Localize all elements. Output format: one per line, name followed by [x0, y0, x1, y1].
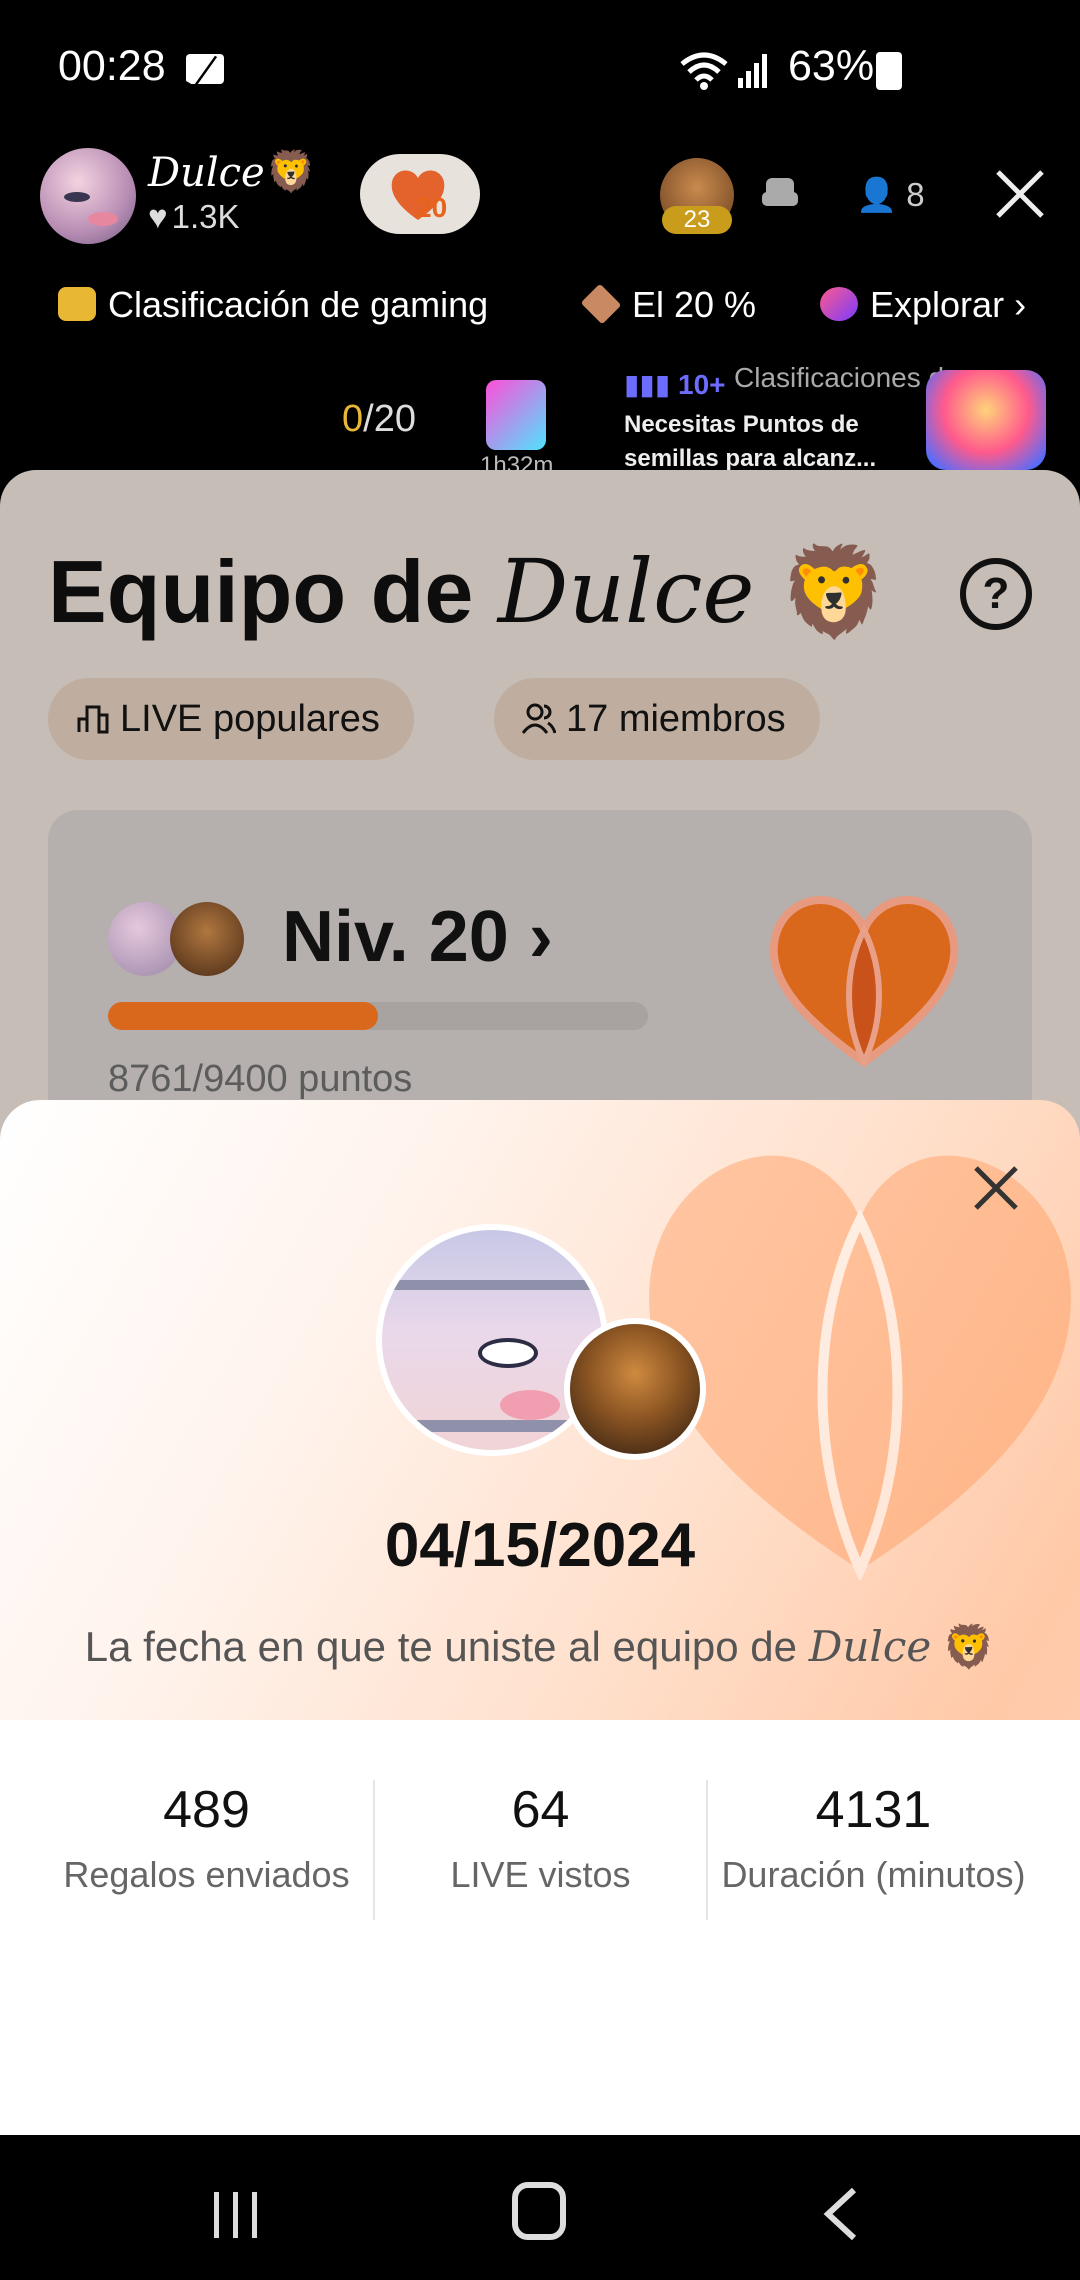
host-name: Dulce — [148, 150, 265, 196]
join-date-caption: La fecha en que te uniste al equipo de D… — [0, 1622, 1080, 1672]
rank-badge[interactable]: ▮▮▮ 10+ — [624, 368, 726, 401]
person-icon: 👤 — [856, 176, 898, 213]
chevron-right-icon: › — [528, 897, 553, 977]
gaming-ranking-link[interactable]: Clasificación de gaming — [58, 284, 488, 334]
mail-icon — [186, 54, 224, 84]
chevron-right-icon: › — [1014, 284, 1027, 325]
team-heart-icon — [769, 896, 959, 1069]
join-date: 04/15/2024 — [384, 1511, 696, 1580]
help-icon[interactable]: ? — [960, 558, 1032, 630]
stat-label: Regalos enviados — [63, 1854, 350, 1895]
gamepad-icon — [58, 287, 96, 321]
host-avatar[interactable] — [40, 148, 136, 244]
join-caption-name: Dulce — [808, 1622, 932, 1671]
level-progress-fill — [108, 1002, 378, 1030]
close-sheet-icon[interactable] — [966, 1158, 1026, 1218]
host-avatar-small — [564, 1318, 706, 1460]
signal-icon — [738, 54, 767, 88]
level-points: 8761/9400 puntos — [108, 1058, 413, 1100]
join-caption-emoji: 🦁 — [942, 1623, 996, 1670]
goal-total: /20 — [363, 398, 416, 440]
members-chip[interactable]: 17 miembros — [494, 678, 820, 760]
home-icon[interactable] — [512, 2182, 566, 2240]
top-viewer-badge: 23 — [662, 206, 732, 234]
goal-counter: 0/20 — [342, 398, 416, 441]
screen: 00:28 63% Dulce 🦁 ♥ 1.3K 20 23 👤 8 Clasi… — [0, 0, 1080, 2280]
viewer-count[interactable]: 👤 8 — [856, 176, 925, 215]
members-icon — [522, 703, 556, 734]
promo-link[interactable]: El 20 % — [580, 283, 757, 334]
goal-current: 0 — [342, 398, 364, 440]
rank-subtitle: Necesitas Puntos de semillas para alcanz… — [624, 411, 877, 472]
status-bar: 00:28 63% — [0, 0, 1080, 140]
explore-label: Explorar — [870, 284, 1005, 325]
battery-percent: 63% — [788, 42, 875, 90]
recents-icon[interactable] — [210, 2190, 262, 2240]
stat-value: 489 — [163, 1781, 250, 1839]
stat-label: Duración (minutos) — [721, 1854, 1026, 1895]
team-title-prefix: Equipo de — [48, 542, 474, 641]
team-title-emoji: 🦁 — [778, 542, 889, 641]
avatar-lips — [500, 1390, 560, 1420]
stat-value: 4131 — [815, 1781, 932, 1839]
stat-duration: 4131 Duración (minutos) — [706, 1780, 1039, 1920]
level-progress-bar — [108, 1002, 648, 1030]
stat-gifts: 489 Regalos enviados — [40, 1780, 373, 1920]
viewer-count-value: 8 — [906, 176, 925, 213]
rank-badge-value: 10+ — [678, 369, 726, 400]
planet-icon — [820, 287, 858, 321]
team-level-button[interactable]: 20 — [360, 154, 480, 234]
host-likes: ♥ 1.3K — [148, 198, 239, 236]
podium-icon — [77, 705, 109, 734]
stat-lives: 64 LIVE vistos — [373, 1780, 706, 1920]
level-label-text: Niv. 20 — [282, 897, 509, 977]
level-label[interactable]: Niv. 20 › — [282, 896, 553, 978]
stats-row: 489 Regalos enviados 64 LIVE vistos 4131… — [40, 1780, 1040, 1920]
host-mini-avatar — [170, 902, 244, 976]
battery-icon — [876, 52, 902, 90]
explore-link[interactable]: Explorar › — [820, 284, 1026, 334]
host-likes-count: 1.3K — [171, 198, 240, 235]
popular-live-label: LIVE populares — [120, 698, 380, 740]
host-profile[interactable]: Dulce 🦁 ♥ 1.3K — [40, 142, 340, 244]
team-title: Equipo de Dulce 🦁 — [48, 540, 889, 644]
stat-label: LIVE vistos — [450, 1854, 631, 1895]
tiktok-icon[interactable] — [486, 380, 546, 450]
popular-live-chip[interactable]: LIVE populares — [48, 678, 414, 760]
seat-icon[interactable] — [760, 174, 800, 214]
heart-icon: ♥ — [148, 198, 168, 235]
members-label: 17 miembros — [566, 698, 786, 740]
back-icon[interactable] — [820, 2186, 860, 2242]
wifi-icon — [680, 52, 728, 90]
status-time: 00:28 — [58, 42, 166, 90]
avatar-eye — [478, 1338, 538, 1368]
rank-artwork[interactable] — [926, 370, 1046, 470]
host-emoji: 🦁 — [266, 150, 316, 194]
promo-label: El 20 % — [632, 284, 757, 325]
bar-chart-icon: ▮▮▮ — [624, 369, 671, 400]
avatar-stripe — [382, 1280, 602, 1290]
team-title-name: Dulce — [497, 540, 755, 643]
gaming-ranking-label: Clasificación de gaming — [108, 284, 489, 325]
avatar-stripe — [382, 1420, 602, 1432]
team-level-number: 20 — [416, 192, 448, 223]
join-caption-prefix: La fecha en que te uniste al equipo de — [84, 1623, 798, 1670]
stat-value: 64 — [511, 1781, 570, 1839]
close-live-icon[interactable] — [994, 168, 1046, 220]
diamond-icon — [580, 283, 622, 325]
